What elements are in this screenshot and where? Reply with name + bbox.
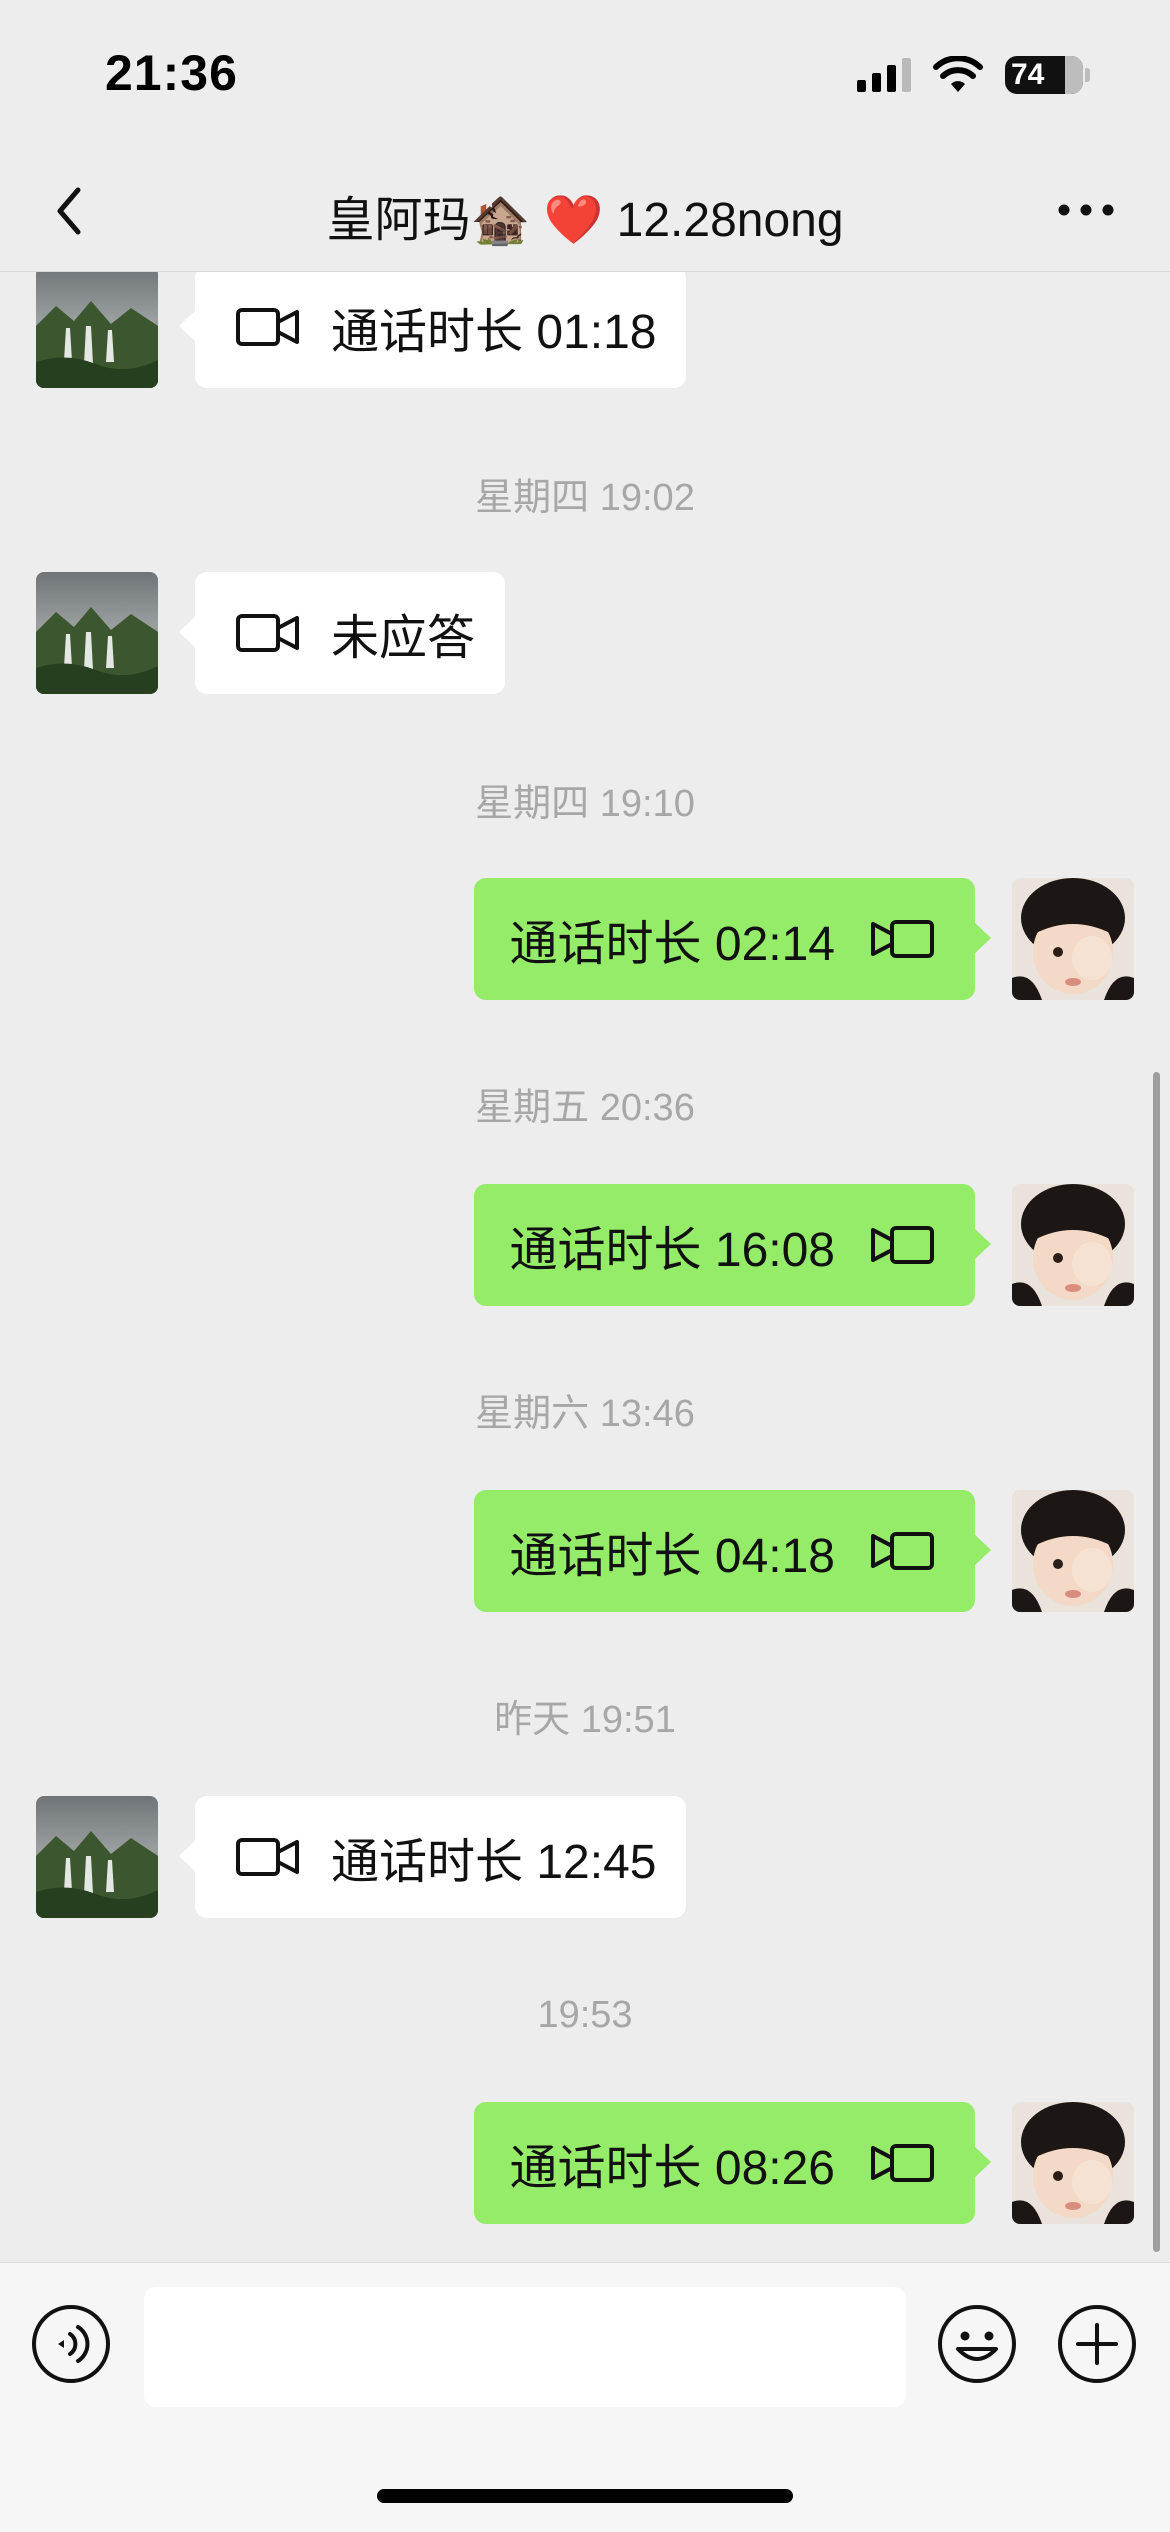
signal-icon	[857, 58, 911, 92]
my-avatar[interactable]	[1012, 2102, 1134, 2224]
message-list[interactable]: 通话时长 01:18 星期四 19:02 未应答 星期四 19:10 通话时长 …	[0, 272, 1170, 2262]
battery-level: 74	[1011, 58, 1045, 91]
contact-avatar[interactable]	[36, 272, 158, 388]
call-text: 通话时长 16:08	[509, 1224, 835, 1277]
video-call-icon	[236, 614, 299, 652]
more-dots-icon[interactable]	[1054, 190, 1118, 230]
status-bar: 21:36 74	[0, 0, 1170, 150]
timestamp: 昨天 19:51	[494, 1699, 676, 1741]
timestamp: 星期六 13:46	[475, 1393, 695, 1435]
video-call-icon	[236, 1838, 299, 1876]
video-call-icon	[871, 2144, 934, 2182]
emoji-icon[interactable]	[936, 2303, 1018, 2385]
timestamp: 19:53	[537, 1994, 633, 2036]
call-text: 通话时长 12:45	[331, 1836, 657, 1889]
my-avatar[interactable]	[1012, 1184, 1134, 1306]
call-text: 通话时长 08:26	[509, 2142, 835, 2195]
call-record-bubble[interactable]: 通话时长 04:18	[473, 1490, 992, 1612]
message-input[interactable]	[144, 2287, 906, 2407]
timestamp: 星期四 19:10	[475, 783, 695, 825]
nav-bar: 皇阿玛🏚️ ❤️ 12.28nong	[0, 150, 1170, 272]
call-text: 通话时长 02:14	[509, 918, 835, 971]
voice-icon[interactable]	[30, 2303, 112, 2385]
my-avatar[interactable]	[1012, 1490, 1134, 1612]
scrollbar[interactable]	[1153, 1072, 1160, 2252]
call-text: 通话时长 04:18	[509, 1530, 835, 1583]
call-record-bubble[interactable]: 通话时长 01:18	[178, 272, 687, 388]
home-indicator[interactable]	[377, 2489, 793, 2503]
video-call-icon	[871, 1226, 934, 1264]
call-record-bubble[interactable]: 通话时长 08:26	[473, 2102, 992, 2224]
chat-screen: 21:36 74 皇阿玛🏚️ ❤️ 12.28nong 通话时长 01:18 星…	[0, 0, 1170, 2532]
contact-avatar[interactable]	[36, 1796, 158, 1918]
plus-icon[interactable]	[1056, 2303, 1138, 2385]
call-record-bubble[interactable]: 未应答	[178, 572, 506, 694]
timestamp: 星期四 19:02	[475, 477, 695, 519]
my-avatar[interactable]	[1012, 878, 1134, 1000]
video-call-icon	[236, 308, 299, 346]
call-record-bubble[interactable]: 通话时长 12:45	[178, 1796, 687, 1918]
status-time: 21:36	[105, 45, 238, 101]
video-call-icon	[871, 920, 934, 958]
timestamp: 星期五 20:36	[475, 1087, 695, 1129]
video-call-icon	[871, 1532, 934, 1570]
chat-title: 皇阿玛🏚️ ❤️ 12.28nong	[326, 194, 844, 247]
call-text: 通话时长 01:18	[331, 306, 657, 359]
call-text: 未应答	[331, 612, 476, 665]
wifi-icon	[933, 56, 983, 92]
call-record-bubble[interactable]: 通话时长 16:08	[473, 1184, 992, 1306]
battery-icon: 74	[1005, 56, 1083, 94]
contact-avatar[interactable]	[36, 572, 158, 694]
call-record-bubble[interactable]: 通话时长 02:14	[473, 878, 992, 1000]
status-icons: 74	[857, 56, 1090, 94]
